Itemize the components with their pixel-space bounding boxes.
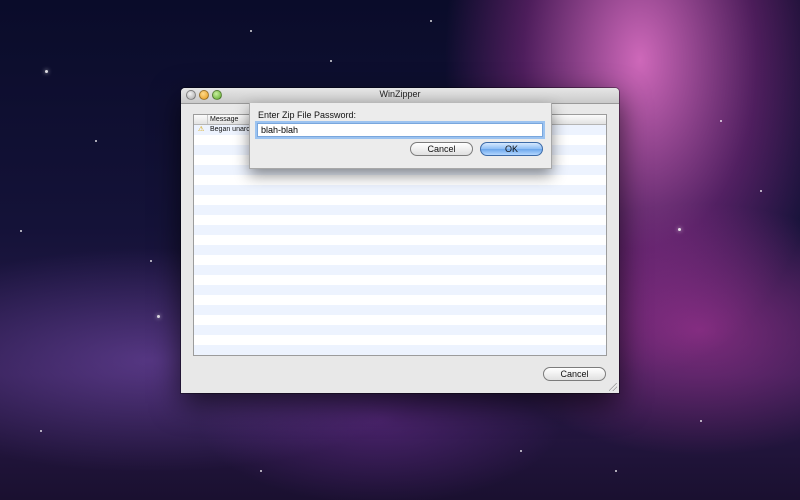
column-divider: [207, 115, 208, 124]
star: [20, 230, 22, 232]
table-row[interactable]: [194, 325, 606, 335]
message-column-header[interactable]: Message: [210, 115, 238, 124]
table-row[interactable]: [194, 285, 606, 295]
window-titlebar[interactable]: WinZipper: [181, 88, 619, 104]
table-row[interactable]: [194, 345, 606, 355]
password-sheet: Enter Zip File Password: blah-blah Cance…: [249, 103, 552, 169]
table-row[interactable]: [194, 225, 606, 235]
table-row[interactable]: [194, 255, 606, 265]
row-message: Began unarc: [210, 126, 250, 133]
star: [678, 228, 681, 231]
table-row[interactable]: [194, 245, 606, 255]
star: [520, 450, 522, 452]
table-row[interactable]: [194, 275, 606, 285]
window-cancel-button[interactable]: Cancel: [543, 367, 606, 381]
star: [615, 470, 617, 472]
star: [720, 120, 722, 122]
star: [700, 420, 702, 422]
password-input[interactable]: blah-blah: [257, 123, 543, 137]
star: [95, 140, 97, 142]
password-label: Enter Zip File Password:: [258, 110, 357, 120]
table-row[interactable]: [194, 195, 606, 205]
table-row[interactable]: [194, 335, 606, 345]
star: [260, 470, 262, 472]
table-row[interactable]: [194, 175, 606, 185]
table-row[interactable]: [194, 235, 606, 245]
star: [40, 430, 42, 432]
resize-grip-icon[interactable]: [609, 383, 617, 391]
table-row[interactable]: [194, 205, 606, 215]
table-row[interactable]: [194, 265, 606, 275]
window-title: WinZipper: [379, 89, 421, 99]
star: [250, 30, 252, 32]
star: [430, 20, 432, 22]
star: [157, 315, 160, 318]
table-row[interactable]: [194, 315, 606, 325]
star: [760, 190, 762, 192]
table-row[interactable]: [194, 295, 606, 305]
ok-button[interactable]: OK: [480, 142, 543, 156]
table-row[interactable]: [194, 185, 606, 195]
table-row[interactable]: [194, 305, 606, 315]
sheet-cancel-button[interactable]: Cancel: [410, 142, 473, 156]
table-row[interactable]: [194, 215, 606, 225]
star: [150, 260, 152, 262]
star: [45, 70, 48, 73]
star: [330, 60, 332, 62]
warning-icon: ⚠: [198, 126, 205, 133]
